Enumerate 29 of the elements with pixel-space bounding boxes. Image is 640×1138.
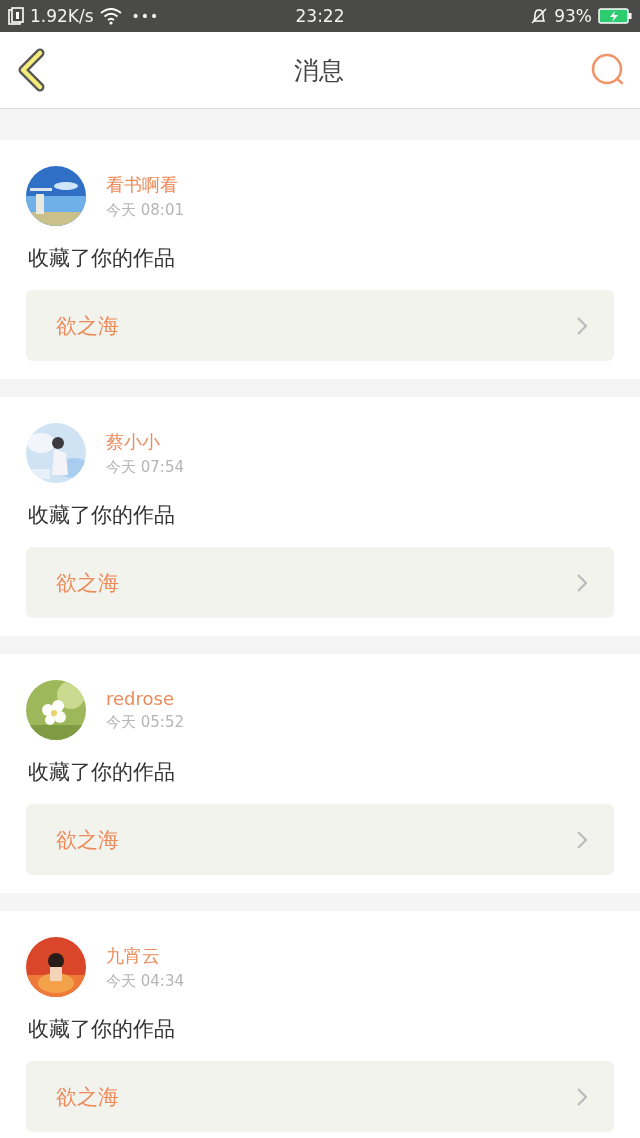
page-title: 消息 xyxy=(294,54,344,87)
user-name[interactable]: 看书啊看 xyxy=(106,172,184,197)
clock: 23:22 xyxy=(295,6,345,26)
work-link[interactable]: 欲之海 xyxy=(26,1061,614,1132)
message-time: 今天 07:54 xyxy=(106,457,184,477)
work-link[interactable]: 欲之海 xyxy=(26,290,614,361)
battery-level: 93% xyxy=(554,6,592,26)
sim-card-icon xyxy=(8,7,24,25)
message-time: 今天 05:52 xyxy=(106,713,184,732)
chevron-right-icon xyxy=(576,315,588,336)
message-text: 收藏了你的作品 xyxy=(28,245,176,272)
user-name[interactable]: redrose xyxy=(106,688,184,709)
user-name[interactable]: 九宵云 xyxy=(106,943,184,968)
message-time: 今天 04:34 xyxy=(106,971,184,991)
work-link[interactable]: 欲之海 xyxy=(26,547,614,618)
more-dots: ••• xyxy=(131,8,160,24)
chevron-right-icon xyxy=(576,1086,588,1107)
battery-charging-icon xyxy=(598,7,632,25)
chevron-right-icon xyxy=(576,829,588,850)
muted-bell-icon xyxy=(530,7,549,25)
message-text: 收藏了你的作品 xyxy=(28,1016,176,1043)
network-speed: 1.92K/s xyxy=(30,6,94,26)
message-text: 收藏了你的作品 xyxy=(28,759,176,786)
user-name[interactable]: 蔡小小 xyxy=(106,429,184,454)
message-time: 今天 08:01 xyxy=(106,200,184,220)
message-text: 收藏了你的作品 xyxy=(28,502,176,529)
chevron-right-icon xyxy=(576,572,588,593)
work-link[interactable]: 欲之海 xyxy=(26,804,614,875)
wifi-icon xyxy=(99,7,122,25)
